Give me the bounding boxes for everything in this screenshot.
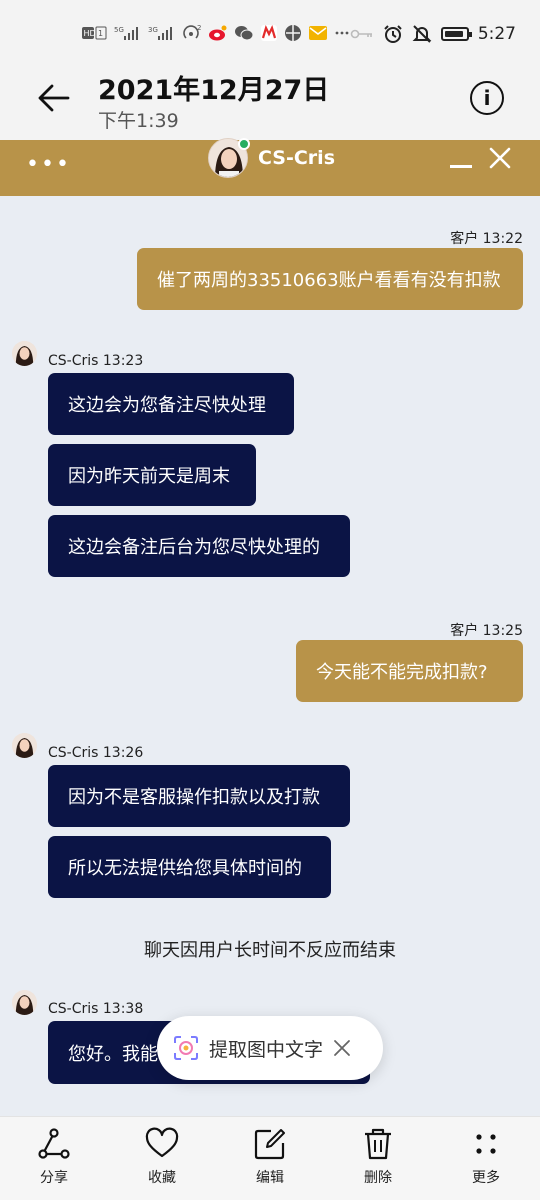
- app-icon: [284, 24, 302, 42]
- favorite-button[interactable]: 收藏: [122, 1127, 202, 1187]
- agent-avatar-small: [12, 341, 37, 366]
- online-status-dot: [238, 138, 250, 150]
- action-label: 编辑: [256, 1170, 284, 1186]
- more-icon: [476, 1134, 496, 1154]
- message-bubble: 因为昨天前天是周末: [48, 444, 256, 506]
- viewer-header: 2021年12月27日 下午1:39: [0, 56, 540, 140]
- mute-icon: [412, 25, 432, 43]
- app-icon: [260, 24, 278, 42]
- message-meta: CS-Cris 13:38: [48, 1001, 144, 1017]
- heart-icon: [145, 1127, 179, 1158]
- close-icon[interactable]: [488, 146, 512, 170]
- action-label: 更多: [472, 1170, 500, 1186]
- text-recognition-icon: [174, 1036, 198, 1060]
- status-time: 5:27: [477, 24, 516, 44]
- 3g-signal-icon: 3G: [148, 24, 176, 42]
- agent-avatar-small: [12, 990, 37, 1015]
- action-label: 收藏: [148, 1170, 176, 1186]
- share-icon: [38, 1128, 70, 1159]
- chat-menu-button[interactable]: •••: [26, 154, 71, 176]
- wechat-icon: [234, 24, 254, 42]
- svg-text:3G: 3G: [148, 26, 158, 34]
- message-bubble: 所以无法提供给您具体时间的: [48, 836, 331, 898]
- message-bubble: 这边会备注后台为您尽快处理的: [48, 515, 350, 577]
- svg-text:1: 1: [98, 29, 103, 38]
- action-label: 删除: [364, 1170, 392, 1186]
- battery-icon: [440, 25, 472, 43]
- trash-icon: [365, 1128, 391, 1160]
- extract-text-button[interactable]: 提取图中文字: [157, 1016, 383, 1080]
- message-meta: CS-Cris 13:26: [48, 745, 144, 761]
- hd-signal-icon: HD 1: [82, 24, 108, 42]
- message-bubble: 因为不是客服操作扣款以及打款: [48, 765, 350, 827]
- alarm-icon: [383, 25, 403, 43]
- svg-text:2: 2: [197, 24, 201, 32]
- message-meta: 客户 13:22: [450, 231, 523, 247]
- message-bubble: 催了两周的33510663账户看看有没有扣款: [137, 248, 523, 310]
- info-icon[interactable]: i: [470, 81, 504, 115]
- agent-avatar-small: [12, 733, 37, 758]
- close-icon[interactable]: [333, 1039, 351, 1057]
- message-bubble: 这边会为您备注尽快处理: [48, 373, 294, 435]
- weibo-icon: [208, 24, 228, 42]
- edit-button[interactable]: 编辑: [230, 1127, 310, 1187]
- system-message: 聊天因用户长时间不反应而结束: [144, 940, 396, 961]
- minimize-button[interactable]: [450, 165, 472, 168]
- action-label: 分享: [40, 1170, 68, 1186]
- photo-time: 下午1:39: [98, 110, 179, 132]
- extract-text-label: 提取图中文字: [209, 1038, 324, 1061]
- 5g-signal-icon: 5G: [114, 24, 142, 42]
- more-icon: [334, 24, 350, 42]
- agent-name: CS-Cris: [258, 147, 336, 169]
- mail-icon: [308, 24, 328, 42]
- bottom-action-bar: 分享 收藏 编辑 删除 更多: [0, 1116, 540, 1200]
- message-bubble: 今天能不能完成扣款?: [296, 640, 523, 702]
- photo-date: 2021年12月27日: [98, 75, 330, 106]
- back-arrow-icon[interactable]: [36, 80, 72, 116]
- svg-text:5G: 5G: [114, 26, 124, 34]
- status-icons: HD 1 5G 3G 2: [82, 24, 350, 42]
- svg-text:HD: HD: [84, 29, 96, 38]
- delete-button[interactable]: 删除: [338, 1127, 418, 1187]
- hotspot-icon: 2: [182, 24, 202, 42]
- edit-icon: [254, 1129, 285, 1160]
- message-meta: 客户 13:25: [450, 623, 523, 639]
- message-meta: CS-Cris 13:23: [48, 353, 144, 369]
- share-button[interactable]: 分享: [14, 1127, 94, 1187]
- more-button[interactable]: 更多: [446, 1127, 526, 1187]
- key-icon: [350, 25, 374, 43]
